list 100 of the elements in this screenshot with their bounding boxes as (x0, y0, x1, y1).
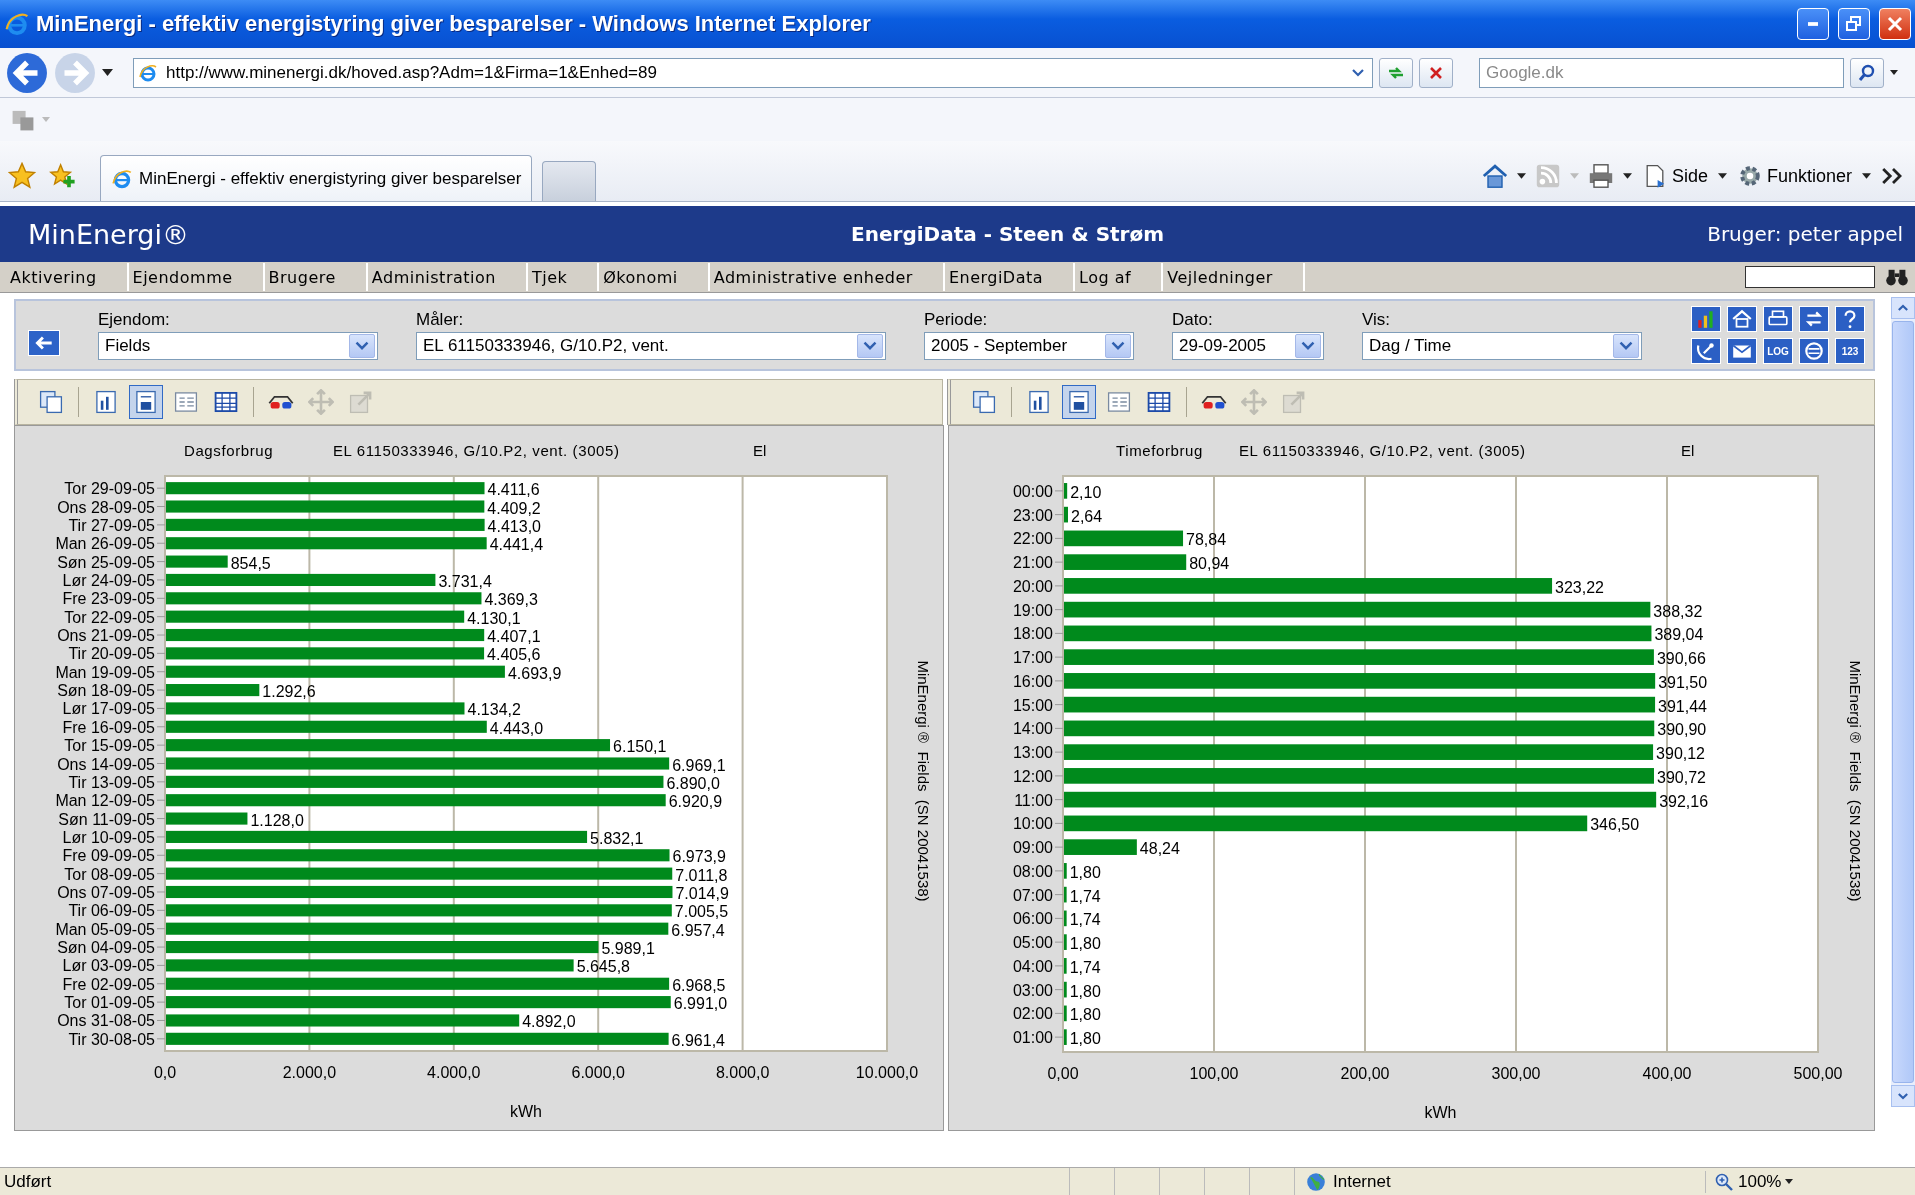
search-field[interactable] (1745, 266, 1875, 288)
category-label: Fre 09-09-05 (62, 847, 155, 865)
value-label: 4.369,3 (484, 591, 538, 609)
category-label: 00:00 (1012, 482, 1053, 500)
value-label: 6.920,9 (668, 793, 723, 811)
home-icon[interactable] (1480, 162, 1509, 190)
chart-button[interactable] (129, 385, 163, 419)
satellite-button[interactable] (1691, 338, 1721, 364)
search-field[interactable]: Google.dk (1479, 57, 1844, 88)
menu-item[interactable]: Økonomi (599, 263, 710, 291)
browser-tab[interactable]: MinEnergi - effektiv energistyring giver besparelser (100, 155, 533, 201)
home-button[interactable] (1727, 306, 1757, 332)
menu-item[interactable]: Brugere (264, 263, 368, 291)
category-label: Tor 29-09-05 (64, 480, 155, 498)
back-button[interactable] (6, 51, 48, 94)
category-label: Man 12-09-05 (55, 792, 155, 810)
value-label: 1,80 (1069, 1030, 1101, 1048)
zoom-button[interactable]: 100% (1705, 1170, 1800, 1193)
category-label: Ons 21-09-05 (57, 627, 155, 644)
value-label: 390,66 (1656, 650, 1706, 668)
dropdown[interactable]: 29-09-2005 (1172, 332, 1324, 360)
value-label: 1.292,6 (262, 683, 316, 701)
menu-item[interactable]: Vejledninger (1163, 263, 1305, 291)
value-label: 6.957,4 (671, 921, 725, 939)
value-label: 1,80 (1069, 935, 1101, 953)
category-label: Tir 06-09-05 (68, 902, 155, 920)
value-label: 7.005,5 (674, 903, 729, 921)
copy-icon (38, 389, 64, 415)
caret-icon (857, 334, 883, 358)
dropdown[interactable]: Fields (98, 332, 378, 360)
menu-item[interactable]: Log af (1075, 263, 1164, 291)
menu-item[interactable]: Administrative enheder (709, 263, 945, 291)
add-favorite-icon[interactable] (48, 162, 76, 190)
export-icon (1280, 389, 1307, 415)
text-button[interactable]: LOG (1763, 338, 1793, 364)
category-label: Tor 15-09-05 (64, 737, 155, 755)
move-arrows-icon (1240, 389, 1267, 415)
category-label: Tir 30-08-05 (68, 1030, 155, 1048)
menu-item[interactable]: Administration (367, 263, 528, 291)
caret-icon (1105, 334, 1131, 358)
caret-icon[interactable] (1890, 70, 1898, 75)
bar-chart-document-icon (93, 389, 119, 415)
tools-menu-button[interactable]: Funktioner (1734, 163, 1854, 189)
search-button[interactable] (1850, 57, 1884, 88)
value-label: 5.645,8 (576, 958, 630, 976)
value-label: 6.973,9 (672, 848, 726, 866)
caret-icon[interactable] (102, 69, 113, 76)
category-label: Fre 16-09-05 (62, 718, 155, 736)
caret-icon (349, 334, 375, 358)
category-label: 09:00 (1012, 839, 1053, 857)
category-label: 15:00 (1012, 696, 1053, 714)
menu-item[interactable]: Ejendomme (128, 263, 265, 291)
back-button[interactable] (28, 330, 60, 356)
minimize-button[interactable] (1797, 8, 1829, 40)
dropdown[interactable]: EL 61150333946, G/10.P2, vent. (416, 332, 886, 360)
stop-button[interactable] (1419, 57, 1453, 88)
value-label: 48,24 (1139, 840, 1180, 858)
dropdown[interactable]: 2005 - September (924, 332, 1134, 360)
dropdown[interactable]: Dag / Time (1362, 332, 1642, 360)
value-label: 2,64 (1071, 507, 1103, 525)
refresh-button[interactable] (1379, 57, 1413, 88)
tick-label: 0,00 (1047, 1065, 1079, 1082)
tick-label: 2.000,0 (282, 1064, 337, 1081)
chart-title: Dagsforbrug (184, 442, 274, 459)
caret-icon[interactable] (1862, 173, 1871, 179)
caret-icon[interactable] (1717, 173, 1727, 179)
restore-button[interactable] (1838, 8, 1870, 40)
field-label: Vis: (1362, 310, 1392, 330)
text-button[interactable]: 123 (1835, 338, 1865, 364)
star-icon[interactable] (8, 162, 36, 190)
page-menu-button[interactable]: Side (1639, 163, 1710, 189)
menu-item[interactable]: Aktivering (6, 263, 129, 291)
side-label: MinEnergi ® Fields (SN 20041538) (915, 660, 932, 902)
swap-button[interactable] (1799, 306, 1829, 332)
scroll-up-button[interactable] (1891, 297, 1915, 319)
value-label: 2,10 (1070, 483, 1102, 501)
bar (1064, 886, 1067, 903)
scroll-down-button[interactable] (1891, 1085, 1915, 1107)
address-field[interactable]: http://www.minenergi.dk/hoved.asp?Adm=1&Firma=1&Enhed=89 (133, 57, 1373, 88)
side-label: MinEnergi ® Fields (SN 20041538) (1847, 660, 1864, 902)
circle-button[interactable] (1799, 338, 1829, 364)
value-label: 6.150,1 (613, 738, 667, 756)
page-title: EnergiData - Steen & Strøm (850, 222, 1166, 246)
value-label: 4.443,0 (489, 719, 544, 737)
category-label: 23:00 (1012, 506, 1053, 524)
category-label: 06:00 (1012, 910, 1053, 928)
caret-icon[interactable] (1622, 173, 1632, 179)
print-button[interactable] (1763, 306, 1793, 332)
value-label: 390,72 (1657, 768, 1706, 786)
axis-title: kWh (1424, 1104, 1457, 1121)
bar (1064, 863, 1067, 879)
close-button[interactable] (1879, 8, 1911, 40)
caret-icon[interactable] (1516, 173, 1526, 179)
menu-item[interactable]: EnergiData (944, 263, 1076, 291)
chart-button[interactable] (1061, 385, 1096, 419)
menu-item[interactable]: Tjek (527, 263, 600, 291)
mail-button[interactable] (1727, 338, 1757, 364)
help-button[interactable] (1835, 306, 1865, 332)
axis-title: kWh (510, 1103, 542, 1120)
value-label: 390,12 (1656, 745, 1705, 763)
